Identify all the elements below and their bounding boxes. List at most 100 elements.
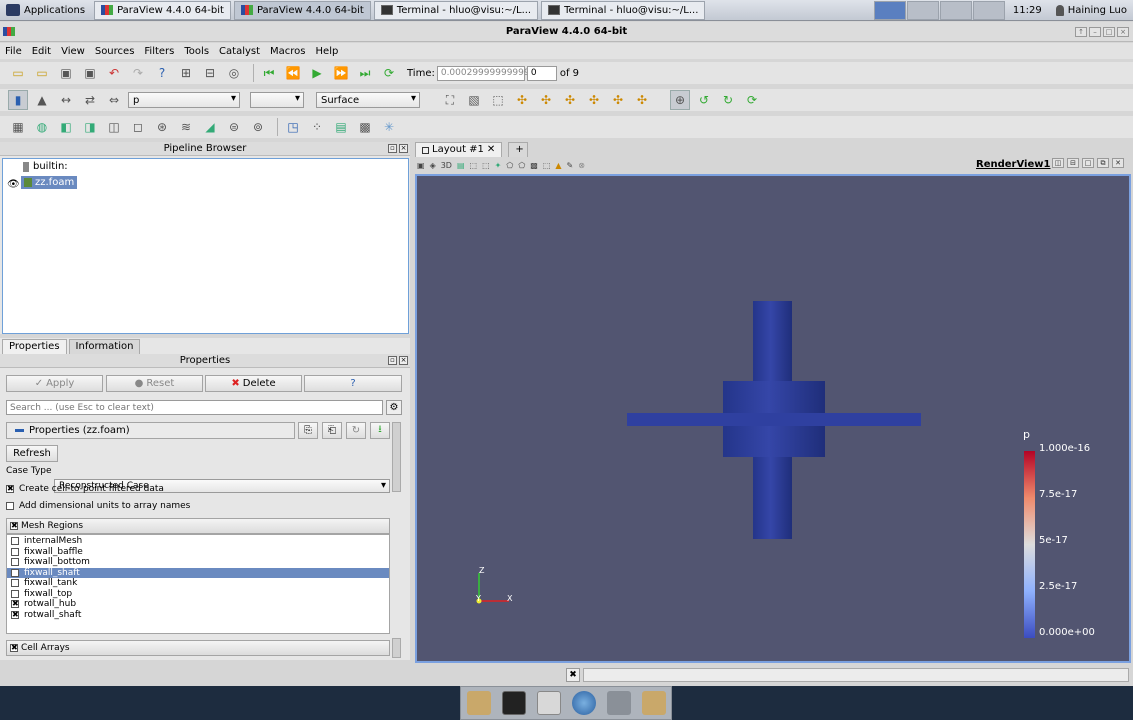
status-cancel-icon[interactable]: ✖ bbox=[566, 668, 580, 682]
select-points-through-icon[interactable]: ✦ bbox=[495, 161, 502, 170]
list-item[interactable]: ✖ rotwall_shaft bbox=[7, 610, 389, 621]
window-maximize-button[interactable]: □ bbox=[1103, 27, 1115, 37]
float-panel-icon[interactable]: ▫ bbox=[388, 356, 397, 365]
color-array-select[interactable]: p bbox=[128, 92, 240, 108]
user-menu[interactable]: Haining Luo bbox=[1050, 5, 1133, 16]
open-recent-icon[interactable]: ▭ bbox=[32, 63, 52, 83]
list-item[interactable]: fixwall_baffle bbox=[7, 547, 389, 558]
hover-points-icon[interactable]: ▲ bbox=[555, 161, 561, 170]
maximize-view-icon[interactable]: □ bbox=[1082, 158, 1094, 168]
home-folder-icon[interactable] bbox=[466, 691, 491, 715]
delete-button[interactable]: ✖ Delete bbox=[205, 375, 302, 392]
render-view-name[interactable]: RenderView1 bbox=[976, 159, 1050, 170]
select-cells-on-icon[interactable]: ▤ bbox=[457, 161, 465, 170]
folder-icon[interactable] bbox=[641, 691, 666, 715]
first-frame-icon[interactable]: ⏮ bbox=[259, 63, 279, 83]
split-horizontal-icon[interactable]: ◫ bbox=[1052, 158, 1064, 168]
reset-button[interactable]: ● Reset bbox=[106, 375, 203, 392]
file-manager-icon[interactable] bbox=[536, 691, 561, 715]
center-axes-icon[interactable]: ⊕ bbox=[670, 90, 690, 110]
rotate-90-ccw-icon[interactable]: ↺ bbox=[694, 90, 714, 110]
task-terminal-1[interactable]: Terminal - hluo@visu:~/L... bbox=[373, 0, 539, 20]
save-state-icon[interactable]: ▣ bbox=[80, 63, 100, 83]
visibility-eye-icon[interactable]: 👁 bbox=[7, 179, 20, 190]
terminal-icon[interactable] bbox=[501, 691, 526, 715]
edit-colormap-icon[interactable]: ▲ bbox=[32, 90, 52, 110]
load-state-icon[interactable]: ▣ bbox=[56, 63, 76, 83]
threshold-icon[interactable]: ◫ bbox=[104, 117, 124, 137]
drive-icon[interactable] bbox=[606, 691, 631, 715]
clock[interactable]: 11:29 bbox=[1005, 5, 1050, 16]
close-panel-icon[interactable]: × bbox=[399, 144, 408, 153]
workspace-4[interactable] bbox=[972, 1, 1005, 20]
help-button[interactable]: ? bbox=[304, 375, 402, 392]
extract-subset-icon[interactable]: ◻ bbox=[128, 117, 148, 137]
restore-view-icon[interactable]: ⧉ bbox=[1097, 158, 1109, 168]
connect-icon[interactable]: ⊞ bbox=[176, 63, 196, 83]
redo-icon[interactable]: ↷ bbox=[128, 63, 148, 83]
cell-to-point-option[interactable]: ✖ Create cell-to-point filtered data bbox=[6, 484, 164, 494]
zoom-box-icon[interactable]: ⬚ bbox=[488, 90, 508, 110]
rescale-visible-icon[interactable]: ⇔ bbox=[104, 90, 124, 110]
menu-catalyst[interactable]: Catalyst bbox=[214, 46, 265, 57]
calculator-icon[interactable]: ▦ bbox=[8, 117, 28, 137]
slice-icon[interactable]: ◨ bbox=[80, 117, 100, 137]
workspace-3[interactable] bbox=[939, 1, 972, 20]
select-polygon-cells-icon[interactable]: ⬠ bbox=[506, 161, 513, 170]
open-icon[interactable]: ▭ bbox=[8, 63, 28, 83]
warp-vector-icon[interactable]: ◢ bbox=[200, 117, 220, 137]
select-block-icon[interactable]: ▩ bbox=[355, 117, 375, 137]
task-terminal-2[interactable]: Terminal - hluo@visu:~/L... bbox=[541, 0, 706, 20]
view-minus-x-icon[interactable]: ✣ bbox=[536, 90, 556, 110]
view-minus-z-icon[interactable]: ✣ bbox=[632, 90, 652, 110]
view-plus-y-icon[interactable]: ✣ bbox=[560, 90, 580, 110]
interactive-select-cells-icon[interactable]: ⬚ bbox=[543, 161, 551, 170]
toggle-3d-button[interactable]: 3D bbox=[441, 161, 452, 170]
tab-information[interactable]: Information bbox=[68, 339, 141, 354]
next-frame-icon[interactable]: ⏩ bbox=[331, 63, 351, 83]
list-scrollbar[interactable] bbox=[392, 638, 401, 658]
mesh-regions-header[interactable]: ✖ Mesh Regions bbox=[6, 518, 390, 534]
workspace-1[interactable] bbox=[873, 1, 906, 20]
clear-selection-icon[interactable]: ⊗ bbox=[578, 161, 585, 170]
view-plus-x-icon[interactable]: ✣ bbox=[512, 90, 532, 110]
tab-layout-1[interactable]: Layout #1 ✕ bbox=[415, 142, 503, 157]
applications-menu[interactable]: Applications bbox=[0, 0, 91, 21]
time-value-field[interactable]: 0.00029999999999 bbox=[436, 65, 530, 81]
close-panel-icon[interactable]: × bbox=[399, 356, 408, 365]
copy-properties-icon[interactable]: ⎘ bbox=[298, 422, 318, 439]
clear-selection-icon[interactable]: ✳ bbox=[379, 117, 399, 137]
menu-help[interactable]: Help bbox=[311, 46, 344, 57]
interactive-select-icon[interactable]: ▤ bbox=[331, 117, 351, 137]
region-checkbox[interactable] bbox=[11, 568, 19, 577]
list-item[interactable]: fixwall_top bbox=[7, 589, 389, 600]
save-defaults-icon[interactable]: ⭳ bbox=[370, 422, 390, 439]
list-item[interactable]: internalMesh bbox=[7, 536, 389, 547]
menu-view[interactable]: View bbox=[56, 46, 90, 57]
last-frame-icon[interactable]: ⏭ bbox=[355, 63, 375, 83]
region-checkbox[interactable]: ✖ bbox=[11, 600, 19, 609]
previous-frame-icon[interactable]: ⏪ bbox=[283, 63, 303, 83]
glyph-icon[interactable]: ⊛ bbox=[152, 117, 172, 137]
list-item[interactable]: fixwall_tank bbox=[7, 578, 389, 589]
task-paraview-1[interactable]: ParaView 4.4.0 64-bit bbox=[94, 0, 231, 20]
component-select[interactable] bbox=[250, 92, 304, 108]
menu-file[interactable]: File bbox=[0, 46, 27, 57]
hover-cells-icon[interactable]: ✎ bbox=[567, 161, 574, 170]
capture-screenshot-icon[interactable]: ▣ bbox=[417, 161, 425, 170]
properties-search-input[interactable] bbox=[6, 400, 383, 415]
time-step-spinbox[interactable]: 0 bbox=[526, 65, 557, 81]
cell-to-point-checkbox[interactable]: ✖ bbox=[6, 485, 14, 493]
view-minus-y-icon[interactable]: ✣ bbox=[584, 90, 604, 110]
color-legend-icon[interactable]: ▮ bbox=[8, 90, 28, 110]
reset-camera-icon[interactable]: ⛶ bbox=[440, 90, 460, 110]
region-checkbox[interactable] bbox=[11, 537, 19, 546]
web-browser-icon[interactable] bbox=[571, 691, 596, 715]
list-item[interactable]: fixwall_bottom bbox=[7, 557, 389, 568]
zoom-to-data-icon[interactable]: ▧ bbox=[464, 90, 484, 110]
render-view[interactable] bbox=[415, 174, 1131, 663]
task-paraview-2[interactable]: ParaView 4.4.0 64-bit bbox=[233, 0, 371, 20]
window-help-button[interactable]: ↑ bbox=[1075, 27, 1087, 37]
workspace-2[interactable] bbox=[906, 1, 939, 20]
select-cells-through-icon[interactable]: ⬚ bbox=[482, 161, 490, 170]
